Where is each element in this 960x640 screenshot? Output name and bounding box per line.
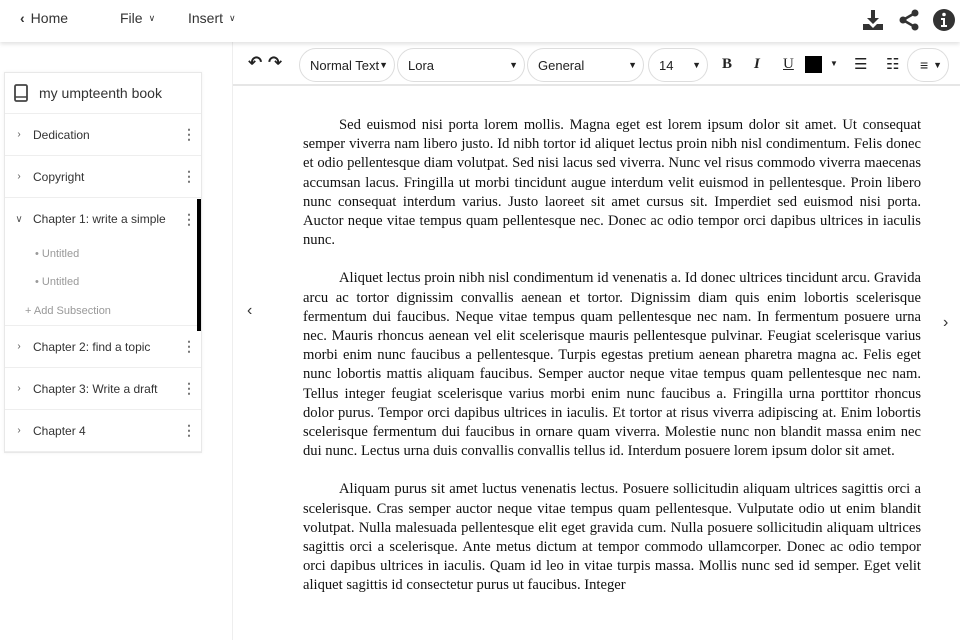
paragraph: Aliquet lectus proin nibh nisl condiment… bbox=[303, 270, 921, 460]
subsection-label: Untitled bbox=[41, 248, 80, 260]
text-style-value: Normal Text bbox=[310, 57, 380, 73]
redo-icon[interactable]: ↷ bbox=[268, 53, 282, 73]
book-outline: my umpteenth book › Dedication ⋮ › Copyrigh… bbox=[4, 72, 202, 453]
caret-down-icon[interactable]: ▼ bbox=[830, 59, 838, 68]
book-title-row[interactable]: my umpteenth book bbox=[5, 73, 201, 114]
bold-button[interactable]: B bbox=[722, 56, 732, 73]
item-label: Chapter 4 bbox=[33, 423, 86, 438]
item-label: Copyright bbox=[33, 169, 85, 184]
chevron-right-icon[interactable]: › bbox=[5, 129, 33, 140]
sidebar-item-chapter-1[interactable]: ∨ Chapter 1: write a simple ⋮ bbox=[5, 198, 201, 240]
font-value: Lora bbox=[408, 57, 435, 73]
underline-button[interactable]: U bbox=[783, 56, 794, 73]
insert-menu[interactable]: Insert ∨ bbox=[188, 10, 236, 26]
sidebar-item-chapter-2[interactable]: › Chapter 2: find a topic ⋮ bbox=[5, 326, 201, 368]
sidebar-item-copyright[interactable]: › Copyright ⋮ bbox=[5, 156, 201, 198]
item-label: Dedication bbox=[33, 127, 90, 142]
category-value: General bbox=[538, 57, 585, 73]
paragraph: Sed euismod nisi porta lorem mollis. Mag… bbox=[303, 117, 921, 249]
insert-label: Insert bbox=[188, 10, 224, 26]
caret-down-icon: ▼ bbox=[933, 60, 942, 70]
download-icon[interactable] bbox=[861, 8, 885, 32]
caret-down-icon: ▼ bbox=[509, 60, 518, 70]
subsection-item[interactable]: • Untitled bbox=[5, 240, 201, 268]
align-justify-icon: ≡ bbox=[920, 57, 929, 73]
category-select[interactable]: General ▼ bbox=[527, 48, 644, 82]
font-size-value: 14 bbox=[659, 57, 674, 73]
file-menu[interactable]: File ∨ bbox=[120, 10, 155, 26]
top-bar: ‹ Home File ∨ Insert ∨ bbox=[0, 0, 960, 42]
bullet-list-icon[interactable]: ☰ bbox=[854, 55, 867, 73]
align-select[interactable]: ≡ ▼ bbox=[907, 48, 949, 82]
more-options-icon[interactable]: ⋮ bbox=[177, 338, 201, 355]
item-label: Chapter 2: find a topic bbox=[33, 339, 151, 354]
subsection-label: Untitled bbox=[41, 276, 80, 288]
next-page-icon[interactable]: › bbox=[943, 314, 948, 332]
text-style-select[interactable]: Normal Text ▼ bbox=[299, 48, 395, 82]
add-subsection-button[interactable]: + Add Subsection bbox=[5, 296, 201, 326]
more-options-icon[interactable]: ⋮ bbox=[177, 422, 201, 439]
book-icon bbox=[14, 84, 28, 102]
item-label: Chapter 1: write a simple bbox=[33, 212, 166, 226]
chevron-down-icon[interactable]: ∨ bbox=[5, 214, 33, 225]
chevron-right-icon[interactable]: › bbox=[5, 171, 33, 182]
chevron-left-icon: ‹ bbox=[20, 10, 25, 26]
book-title: my umpteenth book bbox=[39, 85, 162, 101]
caret-down-icon: ▼ bbox=[379, 60, 388, 70]
home-button[interactable]: ‹ Home bbox=[20, 10, 68, 26]
more-options-icon[interactable]: ⋮ bbox=[177, 380, 201, 397]
sidebar-item-chapter-4[interactable]: › Chapter 4 ⋮ bbox=[5, 410, 201, 452]
more-options-icon[interactable]: ⋮ bbox=[177, 126, 201, 143]
text-color-swatch[interactable] bbox=[805, 56, 822, 73]
undo-icon[interactable]: ↶ bbox=[248, 53, 262, 73]
numbered-list-icon[interactable]: ☷ bbox=[886, 55, 899, 73]
format-toolbar: ↶ ↷ Normal Text ▼ Lora ▼ General ▼ 14 ▼ B I … bbox=[233, 44, 960, 86]
chevron-right-icon[interactable]: › bbox=[5, 425, 33, 436]
active-indicator bbox=[197, 199, 201, 331]
subsection-item[interactable]: • Untitled bbox=[5, 268, 201, 296]
share-icon[interactable] bbox=[897, 8, 921, 32]
chevron-right-icon[interactable]: › bbox=[5, 383, 33, 394]
font-size-select[interactable]: 14 ▼ bbox=[648, 48, 708, 82]
info-icon[interactable] bbox=[932, 8, 956, 32]
caret-down-icon: ▼ bbox=[692, 60, 701, 70]
home-label: Home bbox=[30, 10, 69, 26]
sidebar-item-chapter-3[interactable]: › Chapter 3: Write a draft ⋮ bbox=[5, 368, 201, 410]
caret-down-icon: ▼ bbox=[628, 60, 637, 70]
chevron-down-icon: ∨ bbox=[229, 12, 236, 23]
italic-button[interactable]: I bbox=[754, 56, 760, 73]
chevron-down-icon: ∨ bbox=[148, 12, 156, 23]
editor: ↶ ↷ Normal Text ▼ Lora ▼ General ▼ 14 ▼ B I … bbox=[232, 42, 960, 640]
more-options-icon[interactable]: ⋮ bbox=[177, 168, 201, 185]
sidebar-item-dedication[interactable]: › Dedication ⋮ bbox=[5, 114, 201, 156]
item-label: Chapter 3: Write a draft bbox=[33, 381, 158, 396]
chevron-right-icon[interactable]: › bbox=[5, 341, 33, 352]
previous-page-icon[interactable]: ‹ bbox=[247, 302, 252, 320]
paragraph: Aliquam purus sit amet luctus venenatis … bbox=[303, 481, 921, 594]
font-select[interactable]: Lora ▼ bbox=[397, 48, 525, 82]
file-label: File bbox=[120, 10, 143, 26]
document-page[interactable]: Sed euismod nisi porta lorem mollis. Mag… bbox=[303, 116, 921, 615]
